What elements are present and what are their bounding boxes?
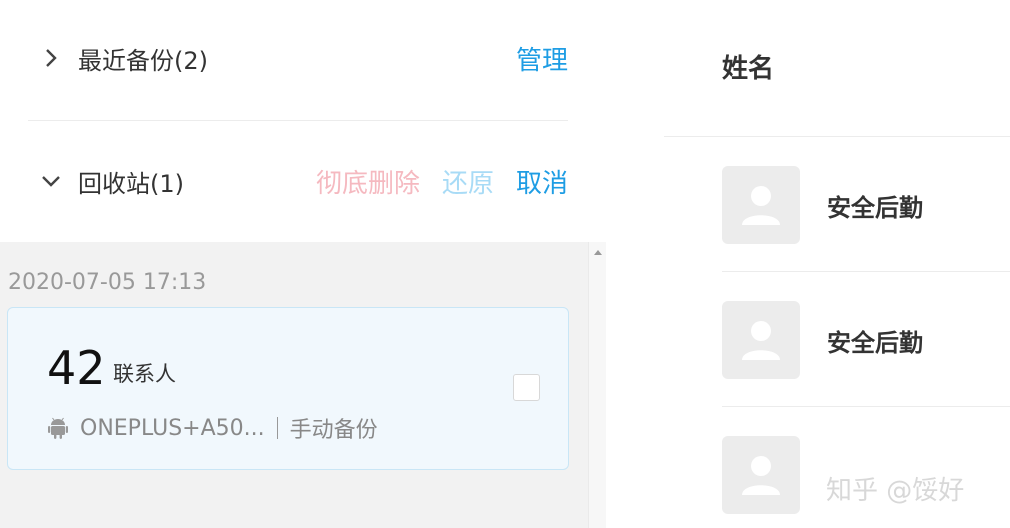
person-icon bbox=[742, 186, 780, 225]
person-icon bbox=[742, 321, 780, 360]
manage-button[interactable]: 管理 bbox=[516, 40, 568, 77]
recycle-bin-list: 2020-07-05 17:13 42 联系人 ONEPLUS+A50... 手… bbox=[0, 242, 606, 528]
restore-button[interactable]: 还原 bbox=[442, 163, 494, 200]
scroll-up-arrow-icon[interactable] bbox=[594, 250, 602, 255]
divider bbox=[722, 406, 1010, 407]
recycle-item-card[interactable]: 42 联系人 ONEPLUS+A50... 手动备份 bbox=[7, 307, 569, 470]
contact-row[interactable]: 安全后勤 bbox=[722, 166, 1010, 244]
contact-name: 安全后勤 bbox=[827, 193, 923, 222]
divider bbox=[28, 120, 568, 121]
avatar bbox=[722, 166, 800, 244]
recycle-bin-title: 回收站(1) bbox=[78, 169, 184, 198]
permanent-delete-button[interactable]: 彻底删除 bbox=[316, 163, 420, 200]
cancel-button[interactable]: 取消 bbox=[516, 163, 568, 200]
scrollbar[interactable] bbox=[588, 242, 606, 528]
contact-name: 安全后勤 bbox=[827, 328, 923, 357]
chevron-right-icon[interactable] bbox=[40, 47, 62, 69]
name-column-header: 姓名 bbox=[722, 54, 775, 84]
device-name: ONEPLUS+A50... bbox=[80, 415, 265, 441]
chevron-down-icon[interactable] bbox=[40, 170, 62, 192]
avatar bbox=[722, 436, 800, 514]
item-date: 2020-07-05 17:13 bbox=[8, 270, 207, 295]
contact-row[interactable]: 安全后勤 bbox=[722, 301, 1010, 379]
backup-type: 手动备份 bbox=[289, 418, 378, 443]
recent-backups-row[interactable]: 最近备份(2) 管理 bbox=[28, 28, 568, 88]
divider bbox=[664, 136, 1010, 137]
recycle-bin-row[interactable]: 回收站(1) 彻底删除 还原 取消 bbox=[28, 151, 568, 211]
avatar bbox=[722, 301, 800, 379]
select-checkbox[interactable] bbox=[513, 374, 540, 401]
meta-divider bbox=[276, 417, 278, 439]
recent-backups-title: 最近备份(2) bbox=[78, 46, 208, 75]
watermark: 知乎 @馁好 bbox=[826, 476, 965, 506]
divider bbox=[722, 271, 1010, 272]
android-icon bbox=[48, 417, 68, 439]
backup-panel: 最近备份(2) 管理 回收站(1) 彻底删除 还原 取消 2020-07-05 … bbox=[0, 0, 606, 528]
contacts-panel: 姓名 安全后勤 安全后勤 知乎 @馁好 bbox=[606, 0, 1010, 528]
person-icon bbox=[742, 456, 780, 495]
contact-count: 42 bbox=[47, 341, 106, 395]
item-meta: ONEPLUS+A50... 手动备份 bbox=[48, 412, 378, 444]
contact-count-label: 联系人 bbox=[113, 362, 176, 386]
